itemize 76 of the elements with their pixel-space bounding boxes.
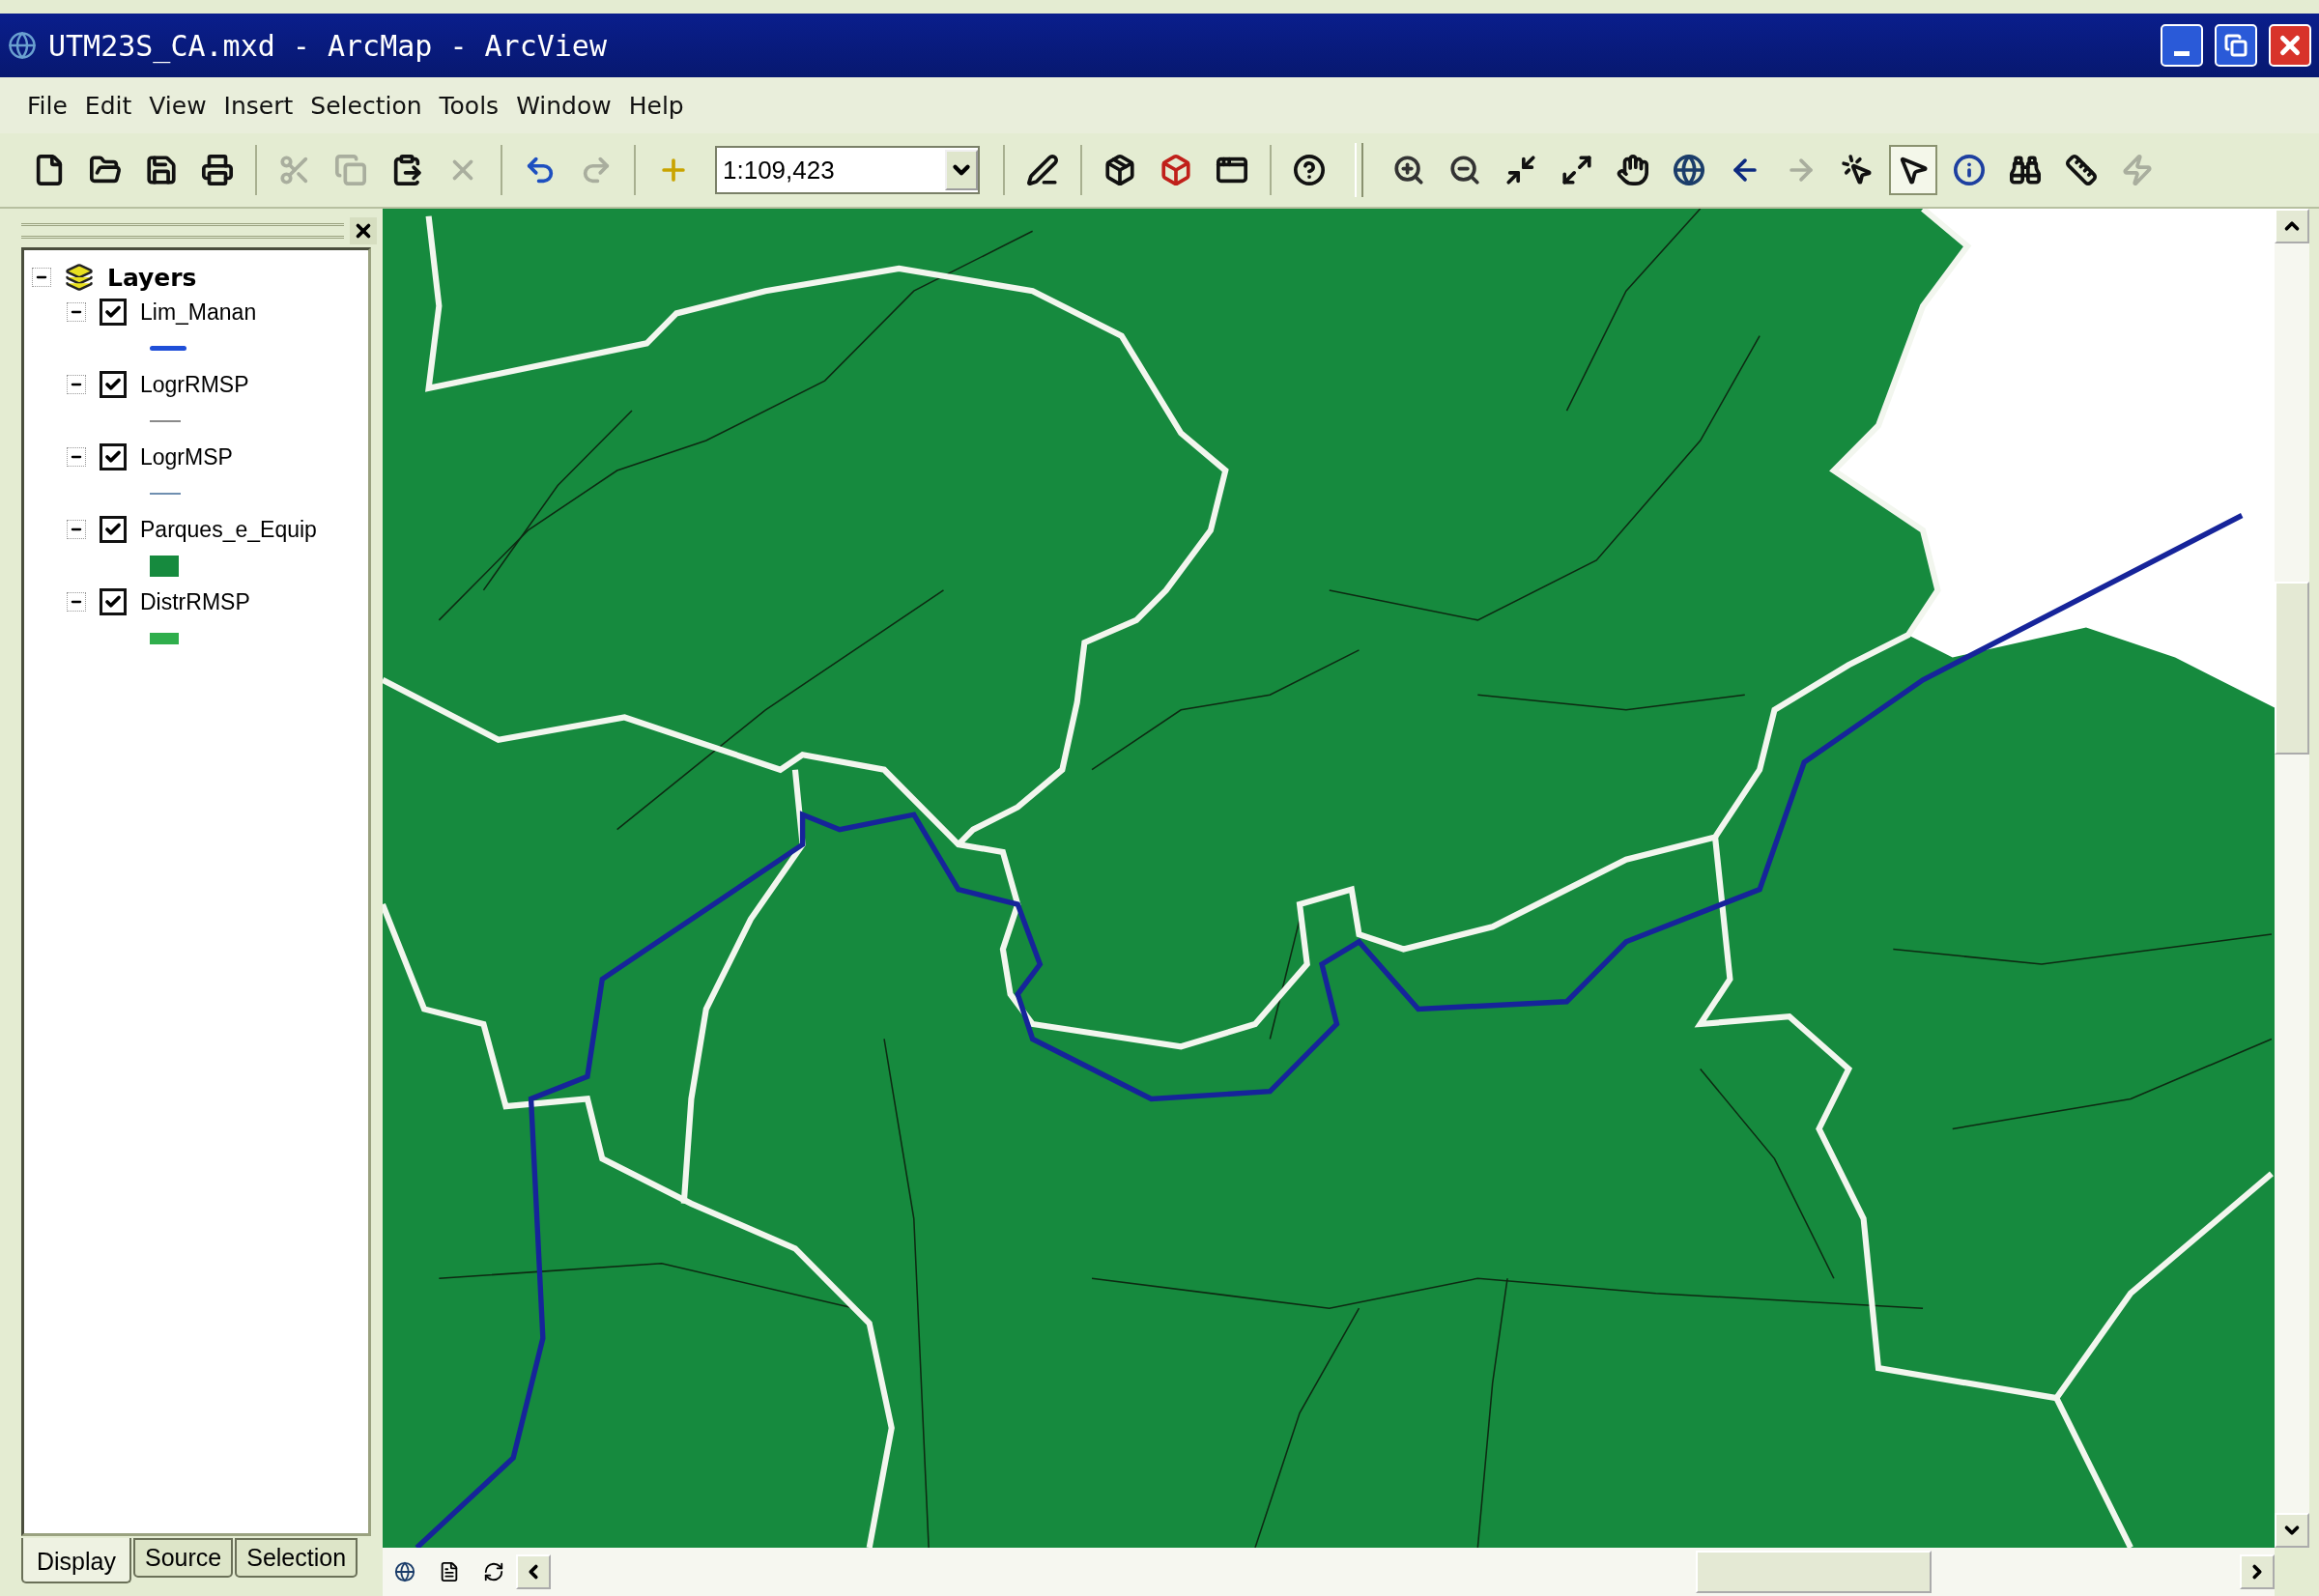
check-icon <box>104 448 122 466</box>
collapse-toggle[interactable] <box>67 592 86 612</box>
scroll-thumb[interactable] <box>1696 1551 1932 1593</box>
collapse-toggle[interactable] <box>67 520 86 539</box>
menu-item[interactable]: Insert <box>217 87 300 124</box>
layer-checkbox[interactable] <box>100 299 127 326</box>
layer-checkbox[interactable] <box>100 371 127 398</box>
horizontal-scrollbar[interactable] <box>383 1548 2275 1596</box>
menu-item[interactable]: File <box>21 87 73 124</box>
scroll-right-button[interactable] <box>2240 1554 2275 1589</box>
scroll-down-button[interactable] <box>2275 1513 2309 1548</box>
layers-icon <box>65 263 94 292</box>
scroll-thumb[interactable] <box>2275 582 2309 755</box>
hand-icon <box>1617 154 1649 186</box>
collapse-toggle[interactable] <box>32 268 51 287</box>
menu-item[interactable]: Tools <box>433 87 505 124</box>
check-icon <box>104 303 122 321</box>
menu-item[interactable]: View <box>143 87 213 124</box>
menu-item[interactable]: Selection <box>304 87 428 124</box>
layer-checkbox[interactable] <box>100 516 127 543</box>
copy-icon <box>334 154 367 186</box>
zoom-out-icon <box>1448 154 1481 186</box>
panel-grip[interactable] <box>21 223 344 239</box>
app-icon <box>8 31 37 60</box>
check-icon <box>104 376 122 393</box>
layer-checkbox[interactable] <box>100 588 127 615</box>
select-features-icon <box>1841 154 1874 186</box>
save-icon <box>145 154 178 186</box>
menu-item[interactable]: Edit <box>78 87 138 124</box>
info-icon <box>1953 154 1986 186</box>
cube-icon <box>1160 154 1192 186</box>
page-icon <box>439 1561 460 1582</box>
collapse-toggle[interactable] <box>67 375 86 394</box>
scroll-up-button[interactable] <box>2275 209 2309 243</box>
menu-item[interactable]: Window <box>510 87 617 124</box>
shrink-arrows-icon <box>1504 154 1537 186</box>
close-button[interactable] <box>2269 24 2311 67</box>
panel-tab[interactable]: Selection <box>235 1538 358 1578</box>
check-icon <box>104 521 122 538</box>
ruler-icon <box>2065 154 2098 186</box>
collapse-toggle[interactable] <box>67 302 86 322</box>
layer-name[interactable]: Parques_e_Equip <box>140 516 317 543</box>
dropdown-button[interactable] <box>945 150 978 190</box>
minimize-button[interactable] <box>2161 24 2203 67</box>
restore-button[interactable] <box>2215 24 2257 67</box>
window-title: UTM23S_CA.mxd - ArcMap - ArcView <box>48 28 608 63</box>
layer-name[interactable]: LogrMSP <box>140 443 233 470</box>
expand-arrows-icon <box>1560 154 1593 186</box>
toolbar-grip[interactable] <box>1355 143 1363 197</box>
toolbox-icon <box>1103 154 1136 186</box>
zoom-in-icon <box>1392 154 1425 186</box>
binoculars-icon <box>2009 154 2042 186</box>
refresh-icon <box>483 1561 504 1582</box>
tree-item[interactable]: Layers <box>107 263 197 292</box>
layer-name[interactable]: LogrRMSP <box>140 371 249 398</box>
pen-icon <box>1026 154 1059 186</box>
toolbar-button[interactable] <box>1889 145 1937 195</box>
printer-icon <box>201 154 234 186</box>
minimize-icon <box>2174 50 2190 56</box>
lightning-icon <box>2121 154 2154 186</box>
close-panel-button[interactable] <box>350 217 377 244</box>
layer-checkbox[interactable] <box>100 443 127 470</box>
menu-item[interactable]: Help <box>622 87 690 124</box>
layer-name[interactable]: Lim_Manan <box>140 299 257 326</box>
globe-icon <box>394 1561 415 1582</box>
layer-name[interactable]: DistrRMSP <box>140 588 250 615</box>
scroll-left-button[interactable] <box>516 1554 551 1589</box>
help-icon <box>1293 154 1326 186</box>
panel-tab[interactable]: Source <box>133 1538 234 1578</box>
scale-dropdown[interactable]: 1:109,423 <box>715 146 980 194</box>
panel-tab[interactable]: Display <box>21 1538 131 1583</box>
vertical-scrollbar[interactable] <box>2275 209 2309 1548</box>
check-icon <box>104 593 122 611</box>
collapse-toggle[interactable] <box>67 447 86 467</box>
restore-icon <box>2224 34 2247 57</box>
globe-icon <box>1673 154 1705 186</box>
